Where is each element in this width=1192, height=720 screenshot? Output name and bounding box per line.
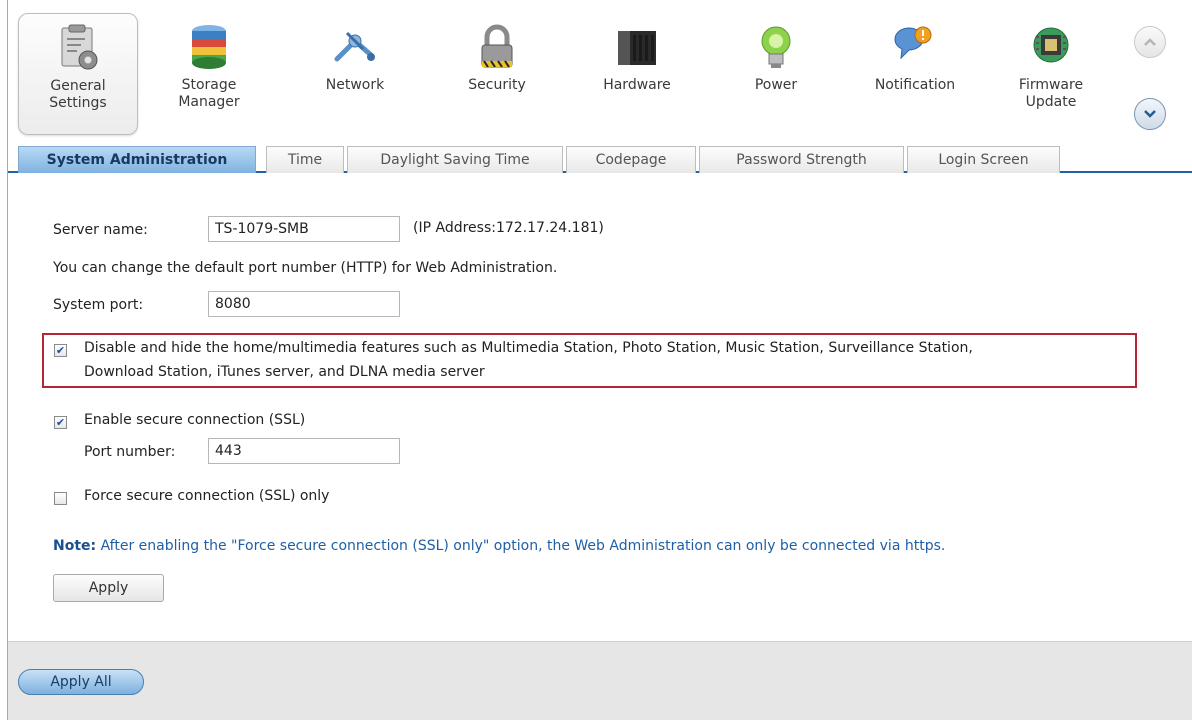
note-prefix: Note: xyxy=(53,538,97,554)
system-port-input[interactable] xyxy=(208,291,400,317)
toolbar-label: Storage xyxy=(181,77,237,93)
chevron-up-icon xyxy=(1144,38,1156,46)
toolbar-item-storage-manager[interactable]: Storage Manager xyxy=(148,13,270,135)
toolbar-label: Update xyxy=(1025,94,1077,110)
scroll-up-button[interactable] xyxy=(1134,26,1166,58)
notification-icon xyxy=(894,26,932,60)
toolbar-label: Hardware xyxy=(603,77,671,93)
scroll-down-button[interactable] xyxy=(1134,98,1166,130)
settings-toolbar: General Settings Storage Manager Network xyxy=(8,0,1192,142)
system-port-label: System port: xyxy=(53,297,144,313)
chevron-down-icon xyxy=(1144,110,1156,118)
toolbar-label: Notification xyxy=(874,77,956,93)
tab-password-strength[interactable]: Password Strength xyxy=(699,146,904,173)
port-number-label: Port number: xyxy=(84,444,176,460)
toolbar-label: Power xyxy=(754,77,798,93)
server-name-label: Server name: xyxy=(53,222,148,238)
tab-login-screen[interactable]: Login Screen xyxy=(907,146,1060,173)
ip-address-text: (IP Address:172.17.24.181) xyxy=(413,220,604,236)
enable-ssl-checkbox[interactable]: ✔ xyxy=(54,416,67,429)
note-text: Note: After enabling the "Force secure c… xyxy=(53,538,945,554)
storage-manager-icon xyxy=(192,25,226,69)
apply-button[interactable]: Apply xyxy=(53,574,164,602)
power-bulb-icon xyxy=(761,26,791,68)
toolbar-label: Manager xyxy=(178,94,240,110)
lock-icon xyxy=(481,24,513,68)
tab-daylight-saving-time[interactable]: Daylight Saving Time xyxy=(347,146,563,173)
server-name-input[interactable] xyxy=(208,216,400,242)
toolbar-label: Security xyxy=(468,77,526,93)
system-administration-panel: Server name: (IP Address:172.17.24.181) … xyxy=(8,173,1192,641)
toolbar-item-power[interactable]: Power xyxy=(715,13,837,135)
hardware-icon xyxy=(618,31,656,65)
disable-multimedia-label: Disable and hide the home/multimedia fea… xyxy=(84,340,973,356)
footer-bar: Apply All xyxy=(8,641,1192,720)
enable-ssl-label: Enable secure connection (SSL) xyxy=(84,412,306,428)
disable-multimedia-checkbox[interactable]: ✔ xyxy=(54,344,67,357)
firmware-update-icon xyxy=(1033,27,1069,63)
toolbar-item-notification[interactable]: Notification xyxy=(854,13,976,135)
toolbar-label: Network xyxy=(325,77,385,93)
force-ssl-label: Force secure connection (SSL) only xyxy=(84,488,330,504)
tab-codepage[interactable]: Codepage xyxy=(566,146,696,173)
network-icon xyxy=(334,31,375,62)
toolbar-item-general-settings[interactable]: General Settings xyxy=(18,13,138,135)
toolbar-label: Settings xyxy=(49,95,107,111)
apply-all-button[interactable]: Apply All xyxy=(18,669,144,695)
tab-system-administration[interactable]: System Administration xyxy=(18,146,256,173)
force-ssl-checkbox[interactable] xyxy=(54,492,67,505)
toolbar-item-firmware-update[interactable]: Firmware Update xyxy=(990,13,1112,135)
toolbar-item-hardware[interactable]: Hardware xyxy=(576,13,698,135)
port-info-text: You can change the default port number (… xyxy=(53,260,558,276)
disable-multimedia-label-cont: Download Station, iTunes server, and DLN… xyxy=(84,364,485,380)
toolbar-item-network[interactable]: Network xyxy=(294,13,416,135)
port-number-input[interactable] xyxy=(208,438,400,464)
tab-time[interactable]: Time xyxy=(266,146,344,173)
note-body: After enabling the "Force secure connect… xyxy=(96,538,946,554)
toolbar-item-security[interactable]: Security xyxy=(436,13,558,135)
general-settings-icon xyxy=(61,24,98,70)
toolbar-label: General xyxy=(50,78,106,94)
settings-tabs: System Administration Time Daylight Savi… xyxy=(8,142,1192,173)
toolbar-label: Firmware xyxy=(1018,77,1084,93)
